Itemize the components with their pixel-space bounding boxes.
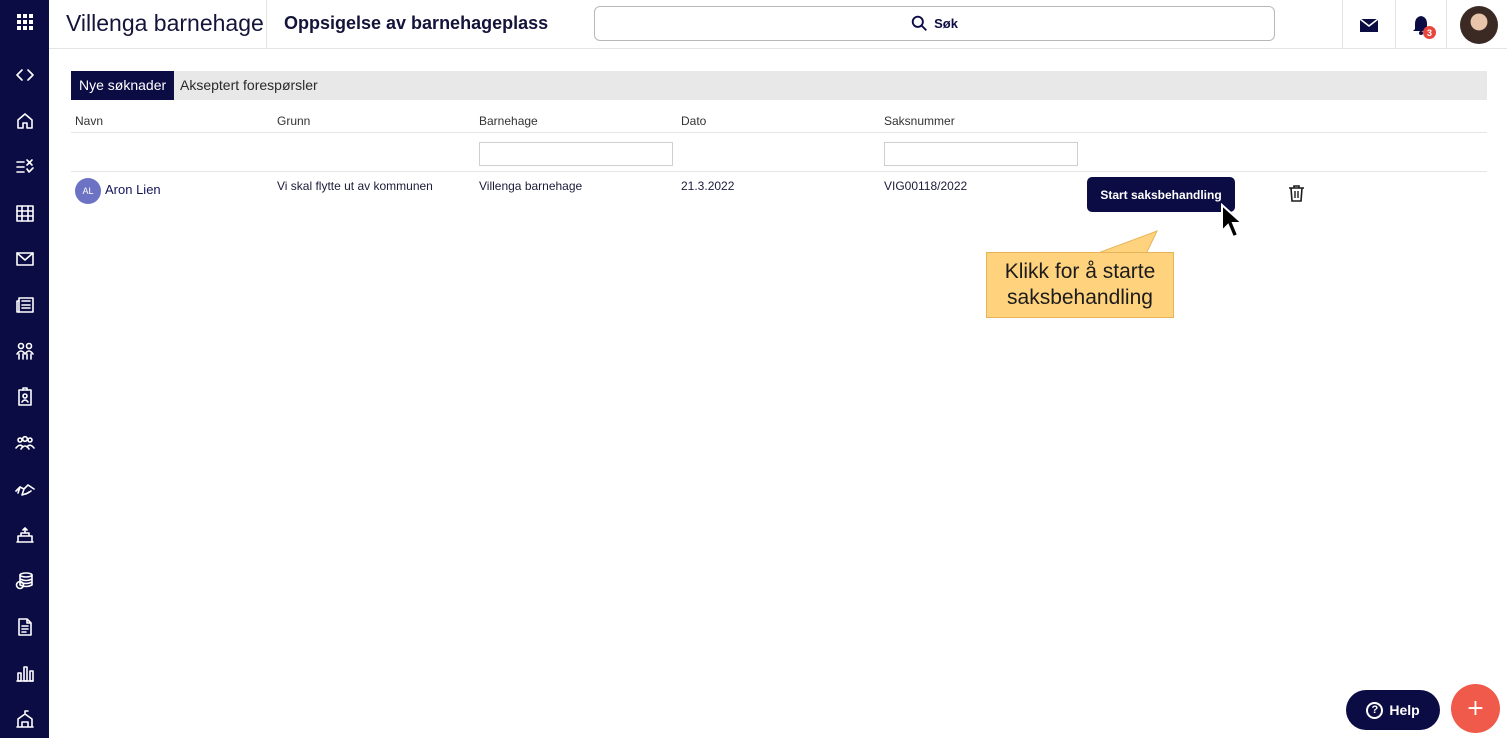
table-divider bbox=[71, 132, 1487, 133]
building-icon[interactable] bbox=[0, 702, 49, 736]
top-header: Villenga barnehage Oppsigelse av barneha… bbox=[49, 0, 1507, 49]
tab-accepted-requests[interactable]: Akseptert forespørsler bbox=[172, 71, 326, 100]
mail-icon[interactable] bbox=[0, 242, 49, 276]
column-header-kindergarten[interactable]: Barnehage bbox=[479, 114, 538, 128]
callout-line: Klikk for å starte bbox=[1004, 260, 1156, 283]
trash-icon bbox=[1288, 185, 1304, 202]
add-button[interactable]: + bbox=[1451, 684, 1500, 733]
column-header-reason[interactable]: Grunn bbox=[277, 114, 310, 128]
search-label: Søk bbox=[934, 16, 958, 31]
callout-line: saksbehandling bbox=[1007, 286, 1153, 309]
help-button[interactable]: ? Help bbox=[1346, 690, 1440, 730]
column-header-case-number[interactable]: Saksnummer bbox=[884, 114, 955, 128]
cursor-pointer-icon bbox=[1221, 203, 1245, 239]
user-avatar bbox=[1460, 5, 1498, 44]
page-title: Oppsigelse av barnehageplass bbox=[284, 13, 549, 33]
handshake-icon[interactable] bbox=[0, 472, 49, 506]
search-icon bbox=[911, 15, 928, 31]
home-icon[interactable] bbox=[0, 104, 49, 138]
notification-badge: 3 bbox=[1423, 26, 1436, 39]
tab-bar: Nye søknader Akseptert forespørsler bbox=[71, 71, 1487, 100]
user-menu-button[interactable] bbox=[1453, 0, 1505, 49]
document-icon[interactable] bbox=[0, 610, 49, 644]
instruction-callout: Klikk for å starte saksbehandling bbox=[986, 252, 1174, 318]
reason-cell: Vi skal flytte ut av kommunen bbox=[277, 179, 433, 193]
delete-button[interactable] bbox=[1285, 182, 1307, 204]
code-toggle-icon[interactable] bbox=[0, 58, 49, 92]
calendar-icon[interactable] bbox=[0, 196, 49, 230]
header-divider bbox=[266, 0, 267, 49]
date-cell: 21.3.2022 bbox=[681, 179, 735, 193]
kindergarten-filter-input[interactable] bbox=[479, 142, 673, 166]
tasks-icon[interactable] bbox=[0, 150, 49, 184]
column-header-name[interactable]: Navn bbox=[75, 114, 103, 128]
case-number-cell: VIG00118/2022 bbox=[884, 179, 968, 193]
org-name: Villenga barnehage bbox=[66, 10, 264, 36]
notifications-button[interactable]: 3 bbox=[1395, 0, 1447, 49]
search-bar[interactable]: Søk bbox=[594, 6, 1275, 41]
apps-grid-icon[interactable] bbox=[0, 5, 49, 39]
news-icon[interactable] bbox=[0, 288, 49, 322]
mail-icon bbox=[1359, 17, 1379, 32]
finance-icon[interactable] bbox=[0, 564, 49, 598]
applicant-name-link[interactable]: Aron Lien bbox=[105, 182, 161, 197]
children-icon[interactable] bbox=[0, 334, 49, 368]
start-case-processing-button[interactable]: Start saksbehandling bbox=[1087, 177, 1235, 212]
tab-new-applications[interactable]: Nye søknader bbox=[71, 71, 175, 100]
sidebar bbox=[0, 0, 49, 738]
groups-icon[interactable] bbox=[0, 426, 49, 460]
table-divider bbox=[71, 171, 1487, 172]
kindergarten-icon[interactable] bbox=[0, 518, 49, 552]
case-number-filter-input[interactable] bbox=[884, 142, 1078, 166]
badge-icon[interactable] bbox=[0, 380, 49, 414]
column-header-date[interactable]: Dato bbox=[681, 114, 706, 128]
statistics-icon[interactable] bbox=[0, 656, 49, 690]
header-divider bbox=[1446, 0, 1447, 49]
kindergarten-cell: Villenga barnehage bbox=[479, 179, 583, 193]
help-label: Help bbox=[1389, 702, 1420, 718]
question-icon: ? bbox=[1366, 701, 1384, 719]
avatar: AL bbox=[75, 178, 101, 204]
messages-button[interactable] bbox=[1343, 0, 1395, 49]
